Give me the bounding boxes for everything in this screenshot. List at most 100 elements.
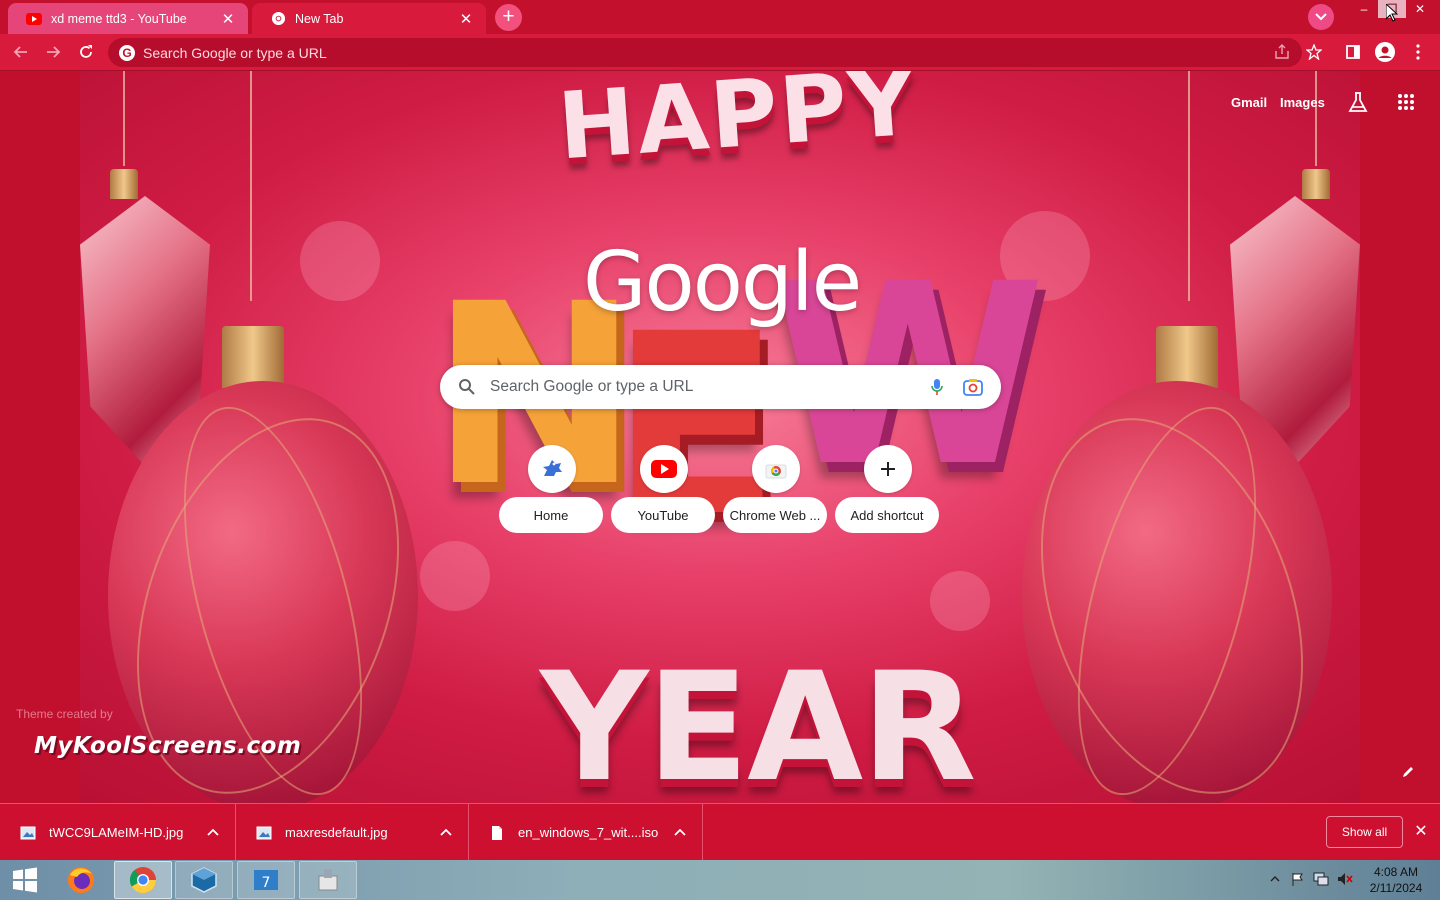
clock-date: 2/11/2024 bbox=[1369, 881, 1423, 895]
tab-search-button[interactable] bbox=[1308, 4, 1334, 30]
google-apps-grid-icon[interactable] bbox=[1392, 88, 1420, 116]
chevron-up-icon[interactable] bbox=[205, 824, 221, 840]
taskbar-virtualbox[interactable] bbox=[175, 861, 233, 899]
svg-text:7: 7 bbox=[262, 875, 271, 891]
share-button[interactable] bbox=[1270, 40, 1294, 64]
volume-muted-icon[interactable] bbox=[1336, 870, 1354, 888]
search-icon bbox=[459, 379, 475, 395]
tab-new-tab[interactable]: New Tab ✕ bbox=[252, 3, 486, 34]
new-tab-page: HAPPY N E W YEAR Gmail Images Google Sea… bbox=[0, 71, 1440, 803]
chevron-up-icon[interactable] bbox=[438, 824, 454, 840]
download-item[interactable]: maxresdefault.jpg bbox=[236, 804, 469, 861]
image-search-button[interactable] bbox=[962, 376, 984, 398]
minimize-button[interactable]: ‒ bbox=[1350, 0, 1378, 18]
customize-chrome-button[interactable] bbox=[1396, 760, 1420, 784]
tab-close-icon[interactable]: ✕ bbox=[220, 10, 236, 28]
back-arrow-icon bbox=[13, 46, 27, 58]
bokeh-light bbox=[300, 221, 380, 301]
taskbar-windows-7-usb-tool[interactable]: 7 bbox=[237, 861, 295, 899]
shortcut-chrome-web-store[interactable]: Chrome Web ... bbox=[723, 445, 829, 535]
theme-attribution-label: Theme created by bbox=[16, 707, 113, 721]
gmail-link[interactable]: Gmail bbox=[1231, 95, 1267, 110]
reload-icon bbox=[80, 45, 92, 58]
mouse-cursor-icon bbox=[1385, 2, 1399, 27]
show-all-downloads-button[interactable]: Show all bbox=[1326, 816, 1403, 848]
theme-year-text: YEAR bbox=[540, 641, 977, 803]
star-icon bbox=[1306, 44, 1322, 60]
chrome-web-store-icon bbox=[752, 445, 800, 493]
bookmark-button[interactable] bbox=[1302, 40, 1326, 64]
chevron-up-icon[interactable] bbox=[672, 824, 688, 840]
network-icon[interactable] bbox=[1312, 870, 1330, 888]
reload-button[interactable] bbox=[74, 40, 98, 64]
microphone-icon bbox=[931, 379, 943, 395]
shortcut-add[interactable]: Add shortcut bbox=[835, 445, 941, 535]
side-panel-button[interactable] bbox=[1341, 40, 1365, 64]
taskbar-clock[interactable]: 4:08 AM 2/11/2024 bbox=[1362, 864, 1430, 896]
google-lens-icon bbox=[963, 379, 983, 396]
plus-icon bbox=[864, 445, 912, 493]
back-button[interactable] bbox=[9, 40, 33, 64]
tab-strip: xd meme ttd3 - YouTube ✕ New Tab ✕ + ‒ ❐… bbox=[0, 0, 1440, 34]
chevron-down-icon bbox=[1315, 13, 1327, 21]
taskbar-chrome[interactable] bbox=[114, 861, 172, 899]
chrome-icon bbox=[129, 867, 157, 894]
theme-author-link[interactable]: MyKoolScreens.com bbox=[34, 733, 301, 759]
taskbar-firefox[interactable] bbox=[52, 861, 110, 899]
google-logo: Google bbox=[583, 235, 862, 330]
dinosaur-icon bbox=[528, 445, 576, 493]
close-window-button[interactable]: ✕ bbox=[1406, 0, 1434, 18]
shortcut-label: Home bbox=[499, 497, 603, 533]
windows-taskbar: 7 4:08 AM 2/11/2024 bbox=[0, 860, 1440, 900]
images-link[interactable]: Images bbox=[1280, 95, 1325, 110]
ntp-search-box[interactable]: Search Google or type a URL bbox=[440, 365, 1001, 409]
background-band bbox=[1360, 71, 1440, 803]
search-placeholder: Search Google or type a URL bbox=[490, 378, 694, 395]
taskbar-installer[interactable] bbox=[299, 861, 357, 899]
action-center-flag-icon[interactable] bbox=[1289, 870, 1307, 888]
download-filename: en_windows_7_wit....iso bbox=[518, 825, 659, 840]
image-file-icon bbox=[20, 826, 36, 839]
ornament-string bbox=[1188, 71, 1190, 301]
menu-button[interactable] bbox=[1406, 40, 1430, 64]
download-item[interactable]: en_windows_7_wit....iso bbox=[469, 804, 703, 861]
ornament-cap bbox=[1302, 169, 1330, 199]
download-shelf: tWCC9LAMeIM-HD.jpg maxresdefault.jpg en_… bbox=[0, 803, 1440, 861]
voice-search-button[interactable] bbox=[926, 376, 948, 398]
shortcut-label: Add shortcut bbox=[835, 497, 939, 533]
toolbar: G Search Google or type a URL bbox=[0, 34, 1440, 71]
tab-close-icon[interactable]: ✕ bbox=[458, 10, 474, 28]
installer-icon bbox=[318, 869, 338, 891]
profile-button[interactable] bbox=[1373, 40, 1397, 64]
shortcut-youtube[interactable]: YouTube bbox=[611, 445, 717, 535]
bauble-ornament bbox=[992, 381, 1352, 803]
show-hidden-icons-button[interactable] bbox=[1266, 870, 1284, 888]
address-bar[interactable]: G Search Google or type a URL bbox=[108, 38, 1302, 67]
start-button[interactable] bbox=[6, 864, 44, 896]
chrome-icon bbox=[270, 11, 286, 27]
download-item[interactable]: tWCC9LAMeIM-HD.jpg bbox=[0, 804, 236, 861]
firefox-icon bbox=[68, 867, 94, 893]
ornament-cap bbox=[222, 326, 284, 388]
background-band bbox=[0, 71, 80, 803]
pencil-icon bbox=[1403, 767, 1413, 777]
close-download-shelf-icon[interactable]: ✕ bbox=[1411, 822, 1431, 842]
windows-7-usb-tool-icon: 7 bbox=[254, 870, 278, 891]
tab-youtube[interactable]: xd meme ttd3 - YouTube ✕ bbox=[8, 3, 248, 34]
shortcut-label: YouTube bbox=[611, 497, 715, 533]
tab-title: xd meme ttd3 - YouTube bbox=[51, 11, 187, 26]
labs-flask-icon[interactable] bbox=[1344, 88, 1372, 116]
shortcut-home[interactable]: Home bbox=[499, 445, 605, 535]
tab-title: New Tab bbox=[295, 11, 344, 26]
address-bar-placeholder: Search Google or type a URL bbox=[143, 44, 327, 61]
theme-happy-text: HAPPY bbox=[554, 71, 921, 181]
forward-arrow-icon bbox=[47, 46, 61, 58]
ornament-string bbox=[123, 71, 125, 166]
new-tab-button[interactable]: + bbox=[495, 4, 522, 31]
ornament-cap bbox=[110, 169, 138, 199]
document-file-icon bbox=[492, 825, 502, 840]
forward-button[interactable] bbox=[41, 40, 65, 64]
youtube-icon bbox=[26, 11, 42, 27]
kebab-menu-icon bbox=[1416, 44, 1420, 60]
youtube-icon bbox=[640, 445, 688, 493]
